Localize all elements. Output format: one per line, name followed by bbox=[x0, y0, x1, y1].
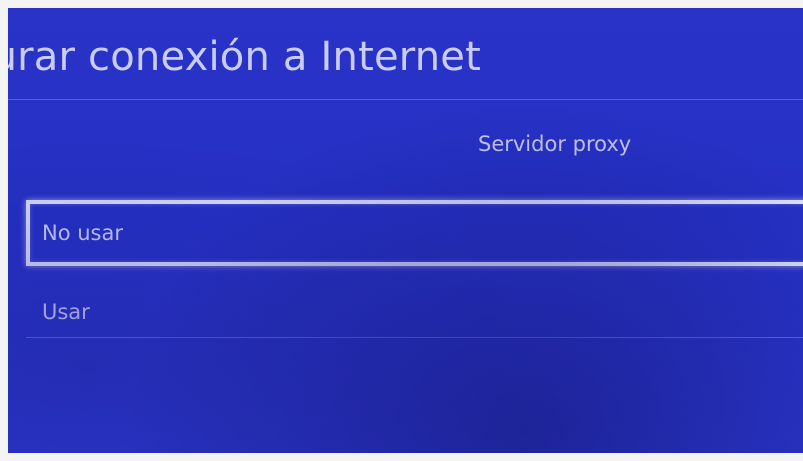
option-usar[interactable]: Usar bbox=[26, 272, 803, 338]
option-label: No usar bbox=[42, 221, 123, 245]
title-divider bbox=[8, 99, 803, 100]
option-no-usar[interactable]: No usar bbox=[26, 200, 803, 266]
page-title: gurar conexión a Internet bbox=[8, 34, 481, 80]
section-subtitle: Servidor proxy bbox=[478, 132, 632, 156]
ps4-settings-screen: gurar conexión a Internet Servidor proxy… bbox=[8, 8, 803, 453]
option-label: Usar bbox=[42, 300, 90, 324]
